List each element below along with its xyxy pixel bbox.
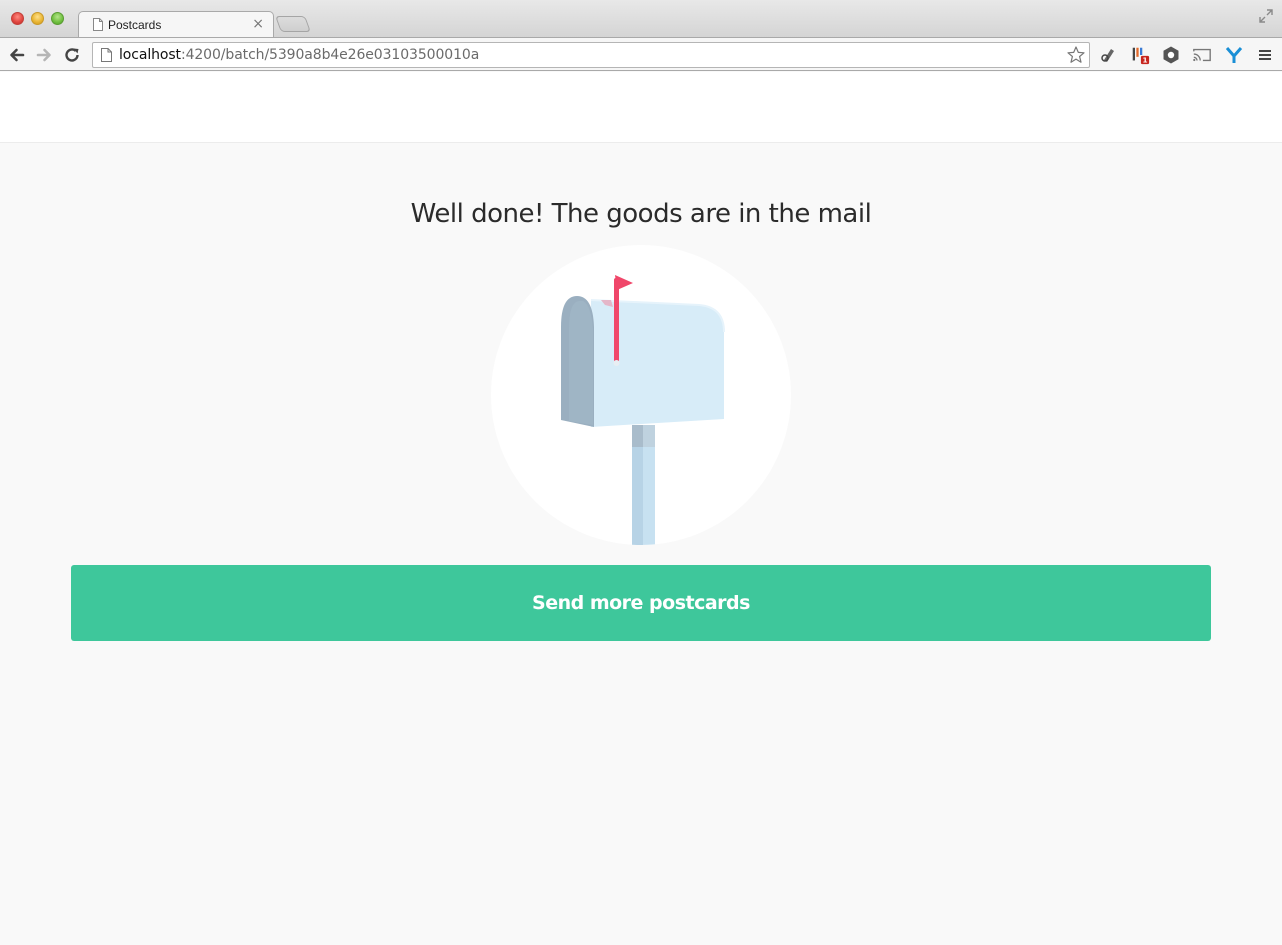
browser-titlebar: Postcards × [0,0,1282,38]
y-extension-icon[interactable] [1224,45,1244,65]
tab-title: Postcards [108,18,162,32]
url-host: localhost [119,47,181,63]
fullscreen-icon[interactable] [1258,8,1274,24]
page-icon [93,18,103,31]
forward-arrow-icon[interactable] [34,45,54,65]
tab-postcards[interactable]: Postcards × [78,11,274,38]
url-path: :4200/batch/5390a8b4e26e03103500010a [180,47,480,63]
new-tab-button[interactable] [275,16,311,32]
extension-badge: 1 [1142,56,1147,65]
menu-icon[interactable] [1255,45,1275,65]
page-icon [101,48,112,62]
back-arrow-icon[interactable] [7,45,27,65]
pivotal-extension-icon[interactable]: 1 [1130,45,1150,65]
send-more-postcards-button[interactable]: Send more postcards [71,565,1211,641]
cast-icon[interactable] [1192,45,1212,65]
hexagon-extension-icon[interactable] [1161,45,1181,65]
page-header [0,72,1282,143]
main-content: Well done! The goods are in the mail Sen… [0,143,1282,945]
browser-toolbar: localhost:4200/batch/5390a8b4e26e0310350… [0,37,1282,71]
close-icon[interactable]: × [252,16,264,32]
reload-icon[interactable] [62,45,82,65]
minimize-window-button[interactable] [31,12,44,25]
url-text[interactable]: localhost:4200/batch/5390a8b4e26e0310350… [119,47,479,63]
pen-extension-icon[interactable] [1099,45,1119,65]
zoom-window-button[interactable] [51,12,64,25]
page-title: Well done! The goods are in the mail [410,199,872,229]
mailbox-illustration [491,245,791,545]
star-icon[interactable] [1066,45,1086,65]
close-window-button[interactable] [11,12,24,25]
address-bar[interactable]: localhost:4200/batch/5390a8b4e26e0310350… [92,42,1090,68]
